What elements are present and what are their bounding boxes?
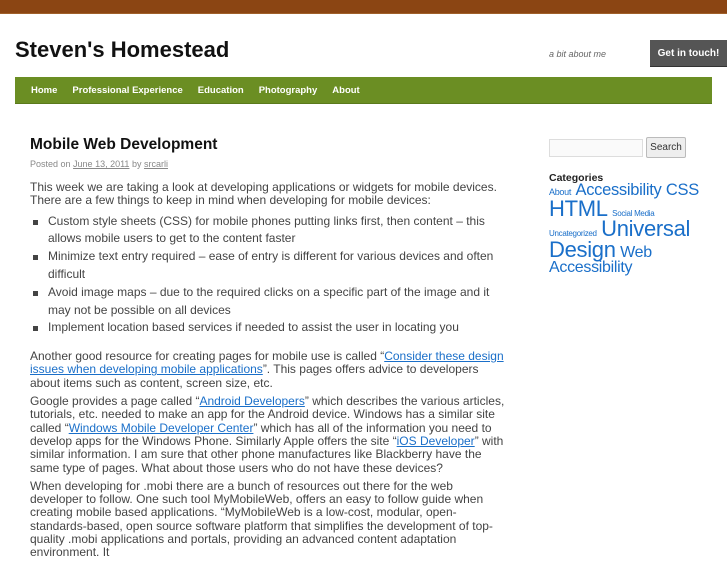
text: Google provides a page called “ — [30, 394, 200, 409]
category-tag-cloud: About Accessibility CSS HTML Social Medi… — [549, 181, 704, 276]
intro-paragraph: This week we are taking a look at develo… — [30, 180, 497, 208]
get-in-touch-button[interactable]: Get in touch! — [650, 40, 727, 67]
site-title[interactable]: Steven's Homestead — [15, 37, 229, 63]
tips-list: Custom style sheets (CSS) for mobile pho… — [30, 213, 508, 338]
search-input[interactable] — [549, 139, 643, 157]
list-item: Custom style sheets (CSS) for mobile pho… — [30, 213, 508, 249]
author-link[interactable]: srcarli — [144, 159, 168, 169]
tag-html[interactable]: HTML — [549, 196, 608, 221]
mobi-paragraph: When developing for .mobi there are a bu… — [30, 478, 493, 560]
post-title[interactable]: Mobile Web Development — [30, 136, 508, 154]
android-developers-link[interactable]: Android Developers — [199, 394, 304, 408]
nav-professional-experience[interactable]: Professional Experience — [72, 85, 182, 96]
meta-prefix: Posted on — [30, 159, 71, 169]
list-item: Avoid image maps – due to the required c… — [30, 284, 508, 320]
post: Mobile Web Development Posted on June 13… — [30, 136, 508, 565]
ios-developer-link[interactable]: iOS Developer — [397, 434, 475, 448]
nav-home[interactable]: Home — [31, 85, 57, 96]
windows-mobile-link[interactable]: Windows Mobile Developer Center — [69, 421, 254, 435]
top-bar — [0, 0, 727, 14]
nav-about[interactable]: About — [332, 85, 359, 96]
nav-education[interactable]: Education — [198, 85, 244, 96]
post-meta: Posted on June 13, 2011 by srcarli — [30, 159, 508, 169]
nav-photography[interactable]: Photography — [259, 85, 318, 96]
search-button[interactable]: Search — [646, 137, 686, 158]
meta-by: by — [131, 159, 142, 169]
post-date-link[interactable]: June 13, 2011 — [73, 159, 129, 169]
google-paragraph: Google provides a page called “Android D… — [30, 394, 508, 475]
site-tagline: a bit about me — [549, 49, 607, 59]
main-nav: Home Professional Experience Education P… — [15, 77, 712, 104]
tag-css[interactable]: CSS — [666, 181, 699, 199]
text: Another good resource for creating pages… — [30, 349, 385, 364]
list-item: Minimize text entry required – ease of e… — [30, 248, 508, 284]
resource-paragraph: Another good resource for creating pages… — [30, 349, 508, 390]
list-item: Implement location based services if nee… — [30, 319, 508, 337]
